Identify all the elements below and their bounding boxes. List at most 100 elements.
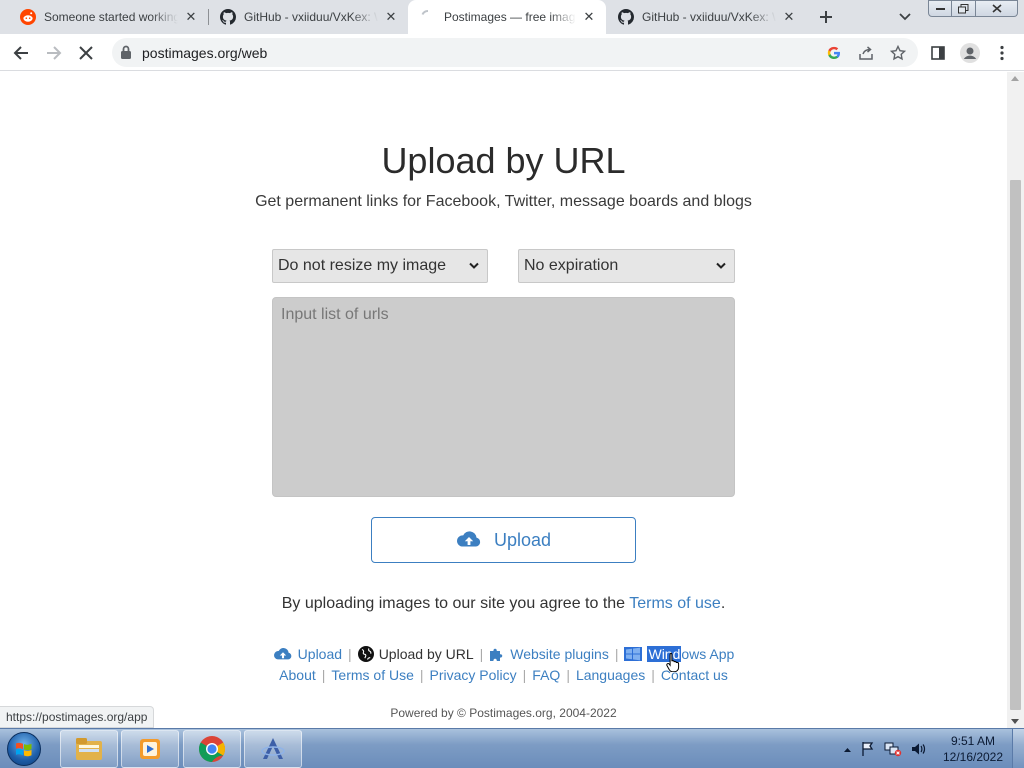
separator: | [614, 646, 619, 662]
url-list-input[interactable] [272, 297, 735, 497]
close-icon[interactable]: ✕ [580, 8, 598, 26]
back-button[interactable] [7, 39, 35, 67]
side-panel-icon [931, 46, 945, 60]
side-panel-button[interactable] [924, 39, 952, 67]
agreement-text: By uploading images to our site you agre… [281, 595, 626, 612]
footer-about-link[interactable]: About [279, 667, 316, 683]
tab-strip: Someone started working on a... ✕ GitHub… [0, 0, 1024, 34]
vertical-scrollbar[interactable] [1007, 72, 1024, 728]
footer-languages-link[interactable]: Languages [576, 667, 645, 683]
footer-nav-secondary: About | Terms of Use | Privacy Policy | … [0, 667, 1007, 683]
terms-agreement: By uploading images to our site you agre… [0, 595, 1007, 613]
expiration-select-value: No expiration [524, 257, 619, 274]
address-bar[interactable]: postimages.org/web [112, 38, 918, 67]
windows-app-rest-text: ows App [681, 646, 735, 662]
footer-upload-by-url: Upload by URL [357, 646, 474, 662]
status-bar-url: https://postimages.org/app [0, 706, 155, 728]
reddit-icon [20, 9, 36, 25]
cloud-upload-icon [456, 531, 481, 547]
upload-button[interactable]: Upload [371, 517, 636, 563]
separator: | [651, 667, 655, 683]
footer-windows-app-label: Windows App [647, 646, 734, 662]
tab-title: GitHub - vxiiduu/VxKex: Wind... [244, 10, 378, 24]
page-content: Upload by URL Get permanent links for Fa… [0, 72, 1007, 728]
footer-nav-primary: Upload | Upload by URL | Website plugins… [0, 646, 1007, 662]
scroll-up-icon[interactable] [1011, 76, 1019, 81]
media-player-icon [140, 739, 160, 759]
taskbar-clock[interactable]: 9:51 AM 12/16/2022 [940, 733, 1006, 765]
start-button[interactable] [3, 730, 45, 768]
new-tab-button[interactable] [814, 5, 838, 29]
minimize-button[interactable] [928, 0, 952, 17]
tab-postimages[interactable]: Postimages — free image hosting ✕ [408, 0, 606, 34]
lock-icon [120, 45, 132, 64]
bookmark-star-icon[interactable] [888, 43, 908, 63]
windows-logo-icon [624, 647, 643, 661]
hand-cursor-icon [666, 652, 680, 672]
separator: | [566, 667, 570, 683]
taskbar-chrome[interactable] [183, 730, 241, 768]
action-center-flag-icon[interactable] [860, 741, 876, 757]
app-icon [261, 738, 285, 759]
tab-github-2[interactable]: GitHub - vxiiduu/VxKex: Wind... ✕ [606, 0, 806, 34]
scroll-down-icon[interactable] [1011, 719, 1019, 724]
loading-spinner-icon [420, 9, 436, 25]
tab-github-1[interactable]: GitHub - vxiiduu/VxKex: Wind... ✕ [208, 0, 408, 34]
resize-select-value: Do not resize my image [278, 257, 447, 274]
taskbar-media-player[interactable] [121, 730, 179, 768]
share-icon[interactable] [856, 43, 876, 63]
restore-button[interactable] [952, 0, 976, 17]
restore-icon [958, 3, 969, 13]
footer-website-plugins-label: Website plugins [510, 646, 609, 662]
close-icon [79, 46, 93, 60]
clock-time: 9:51 AM [950, 734, 996, 748]
show-hidden-icons-icon[interactable] [843, 746, 852, 753]
footer-website-plugins-link[interactable]: Website plugins [489, 646, 609, 662]
cloud-upload-icon [273, 647, 292, 659]
show-desktop-button[interactable] [1012, 729, 1024, 768]
tab-title: Someone started working on a... [44, 10, 178, 24]
agreement-period: . [720, 595, 726, 612]
tab-reddit[interactable]: Someone started working on a... ✕ [8, 0, 208, 34]
taskbar-explorer[interactable] [60, 730, 118, 768]
footer-upload-by-url-label: Upload by URL [378, 646, 474, 662]
plus-icon [820, 11, 832, 23]
avatar-icon [960, 43, 980, 63]
footer-terms-link[interactable]: Terms of Use [331, 667, 413, 683]
separator: | [321, 667, 326, 683]
taskbar-app[interactable] [244, 730, 302, 768]
menu-button[interactable] [988, 39, 1016, 67]
close-icon[interactable]: ✕ [382, 8, 400, 26]
google-icon[interactable] [824, 43, 844, 63]
scrollbar-thumb[interactable] [1010, 180, 1021, 710]
close-icon[interactable]: ✕ [182, 8, 200, 26]
resize-select[interactable]: Do not resize my image [272, 249, 488, 283]
network-icon[interactable] [884, 741, 902, 757]
windows-taskbar: 9:51 AM 12/16/2022 [0, 728, 1024, 768]
tab-search-button[interactable] [894, 6, 916, 28]
chevron-down-icon [469, 262, 479, 269]
forward-button[interactable] [40, 39, 68, 67]
separator: | [479, 646, 484, 662]
footer-privacy-link[interactable]: Privacy Policy [430, 667, 517, 683]
separator: | [348, 646, 352, 662]
tab-title: GitHub - vxiiduu/VxKex: Wind... [642, 10, 776, 24]
profile-button[interactable] [956, 39, 984, 67]
speaker-volume-icon[interactable] [910, 741, 928, 757]
folder-icon [76, 738, 102, 760]
expiration-select[interactable]: No expiration [518, 249, 735, 283]
footer-upload-label: Upload [297, 646, 343, 662]
arrow-right-icon [47, 46, 62, 60]
upload-button-label: Upload [493, 529, 552, 550]
chevron-down-icon [899, 13, 911, 21]
footer-upload-link[interactable]: Upload [273, 646, 342, 662]
globe-icon [357, 646, 374, 662]
separator: | [419, 667, 424, 683]
github-icon [618, 9, 634, 25]
stop-loading-button[interactable] [72, 39, 100, 67]
windows-start-orb-icon [7, 732, 41, 766]
window-close-button[interactable] [976, 0, 1018, 17]
footer-faq-link[interactable]: FAQ [532, 667, 560, 683]
close-icon[interactable]: ✕ [780, 8, 798, 26]
terms-of-use-link[interactable]: Terms of use [629, 595, 721, 612]
